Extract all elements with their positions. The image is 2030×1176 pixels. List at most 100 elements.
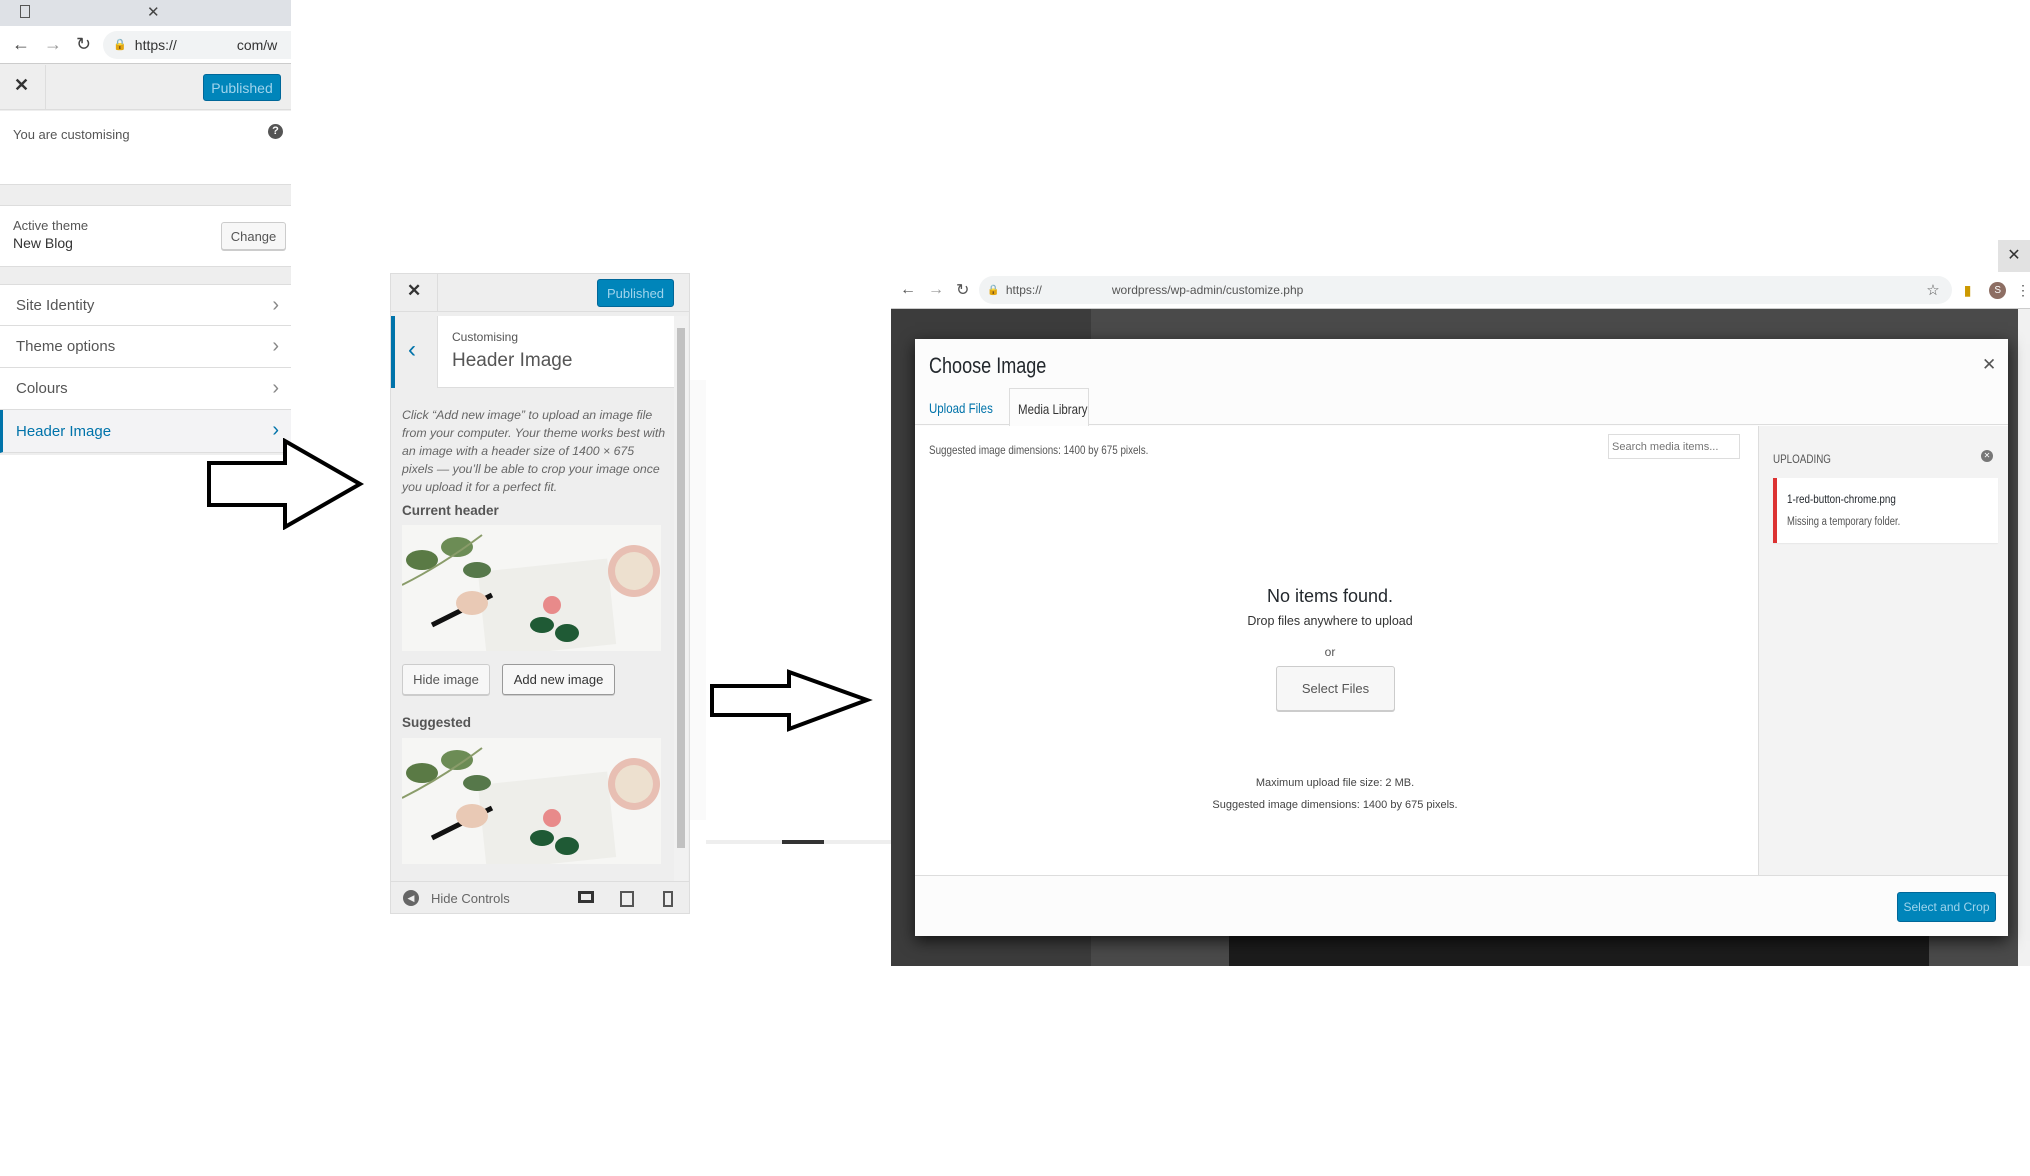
uploading-title: UPLOADING (1773, 452, 1831, 466)
or-text: or (1324, 645, 1336, 659)
header-image-description: Click “Add new image” to upload an image… (402, 408, 666, 494)
customizer-panel-main: ✕ ← → ↻ 🔒 https:// com/w ✕ Published You… (0, 0, 291, 455)
published-button[interactable]: Published (597, 279, 674, 307)
modal-toolbar: Select and Crop (915, 875, 2008, 936)
tab-media-library[interactable]: Media Library (1009, 388, 1089, 426)
menu-item-label: Colours (16, 380, 68, 397)
uploading-sidebar: UPLOADING ✕ 1-red-button-chrome.png Miss… (1758, 426, 2008, 875)
customizer-panel-header-image: ✕ Published ‹ Customising Header Image C… (390, 273, 690, 914)
file-icon (20, 5, 30, 18)
sidebar-item-theme-options[interactable]: Theme options › (0, 326, 291, 368)
bookmark-star-icon[interactable]: ☆ (1926, 281, 1939, 299)
dismiss-errors-icon[interactable]: ✕ (1981, 450, 1993, 462)
browser-window: ← → ↻ 🔒 https:// wordpress/wp-admin/cust… (891, 272, 2030, 966)
scrollbar[interactable] (674, 316, 688, 882)
back-icon[interactable]: ← (900, 281, 916, 299)
url-prefix: https:// (134, 36, 177, 53)
forward-icon[interactable]: → (44, 34, 62, 55)
select-files-button[interactable]: Select Files (1276, 666, 1395, 711)
sidebar-item-colours[interactable]: Colours › (0, 368, 291, 410)
chevron-right-icon: › (272, 294, 279, 316)
customizer-header: ✕ Published (391, 274, 689, 312)
customizer-header: ✕ Published (0, 65, 291, 110)
chevron-right-icon: › (272, 335, 279, 357)
modal-tabs: Upload Files Media Library (915, 388, 2008, 426)
customizer-footer: ◀ Hide Controls (391, 881, 689, 913)
browser-window-close-button[interactable]: ✕ (1998, 240, 2030, 272)
url-field[interactable]: 🔒 https:// wordpress/wp-admin/customize.… (979, 276, 1952, 304)
tab-upload-files[interactable]: Upload Files (929, 400, 1007, 416)
back-button[interactable]: ‹ (391, 316, 438, 388)
upload-error-item: 1-red-button-chrome.png Missing a tempor… (1773, 478, 1998, 543)
current-header-label: Current header (402, 503, 499, 518)
active-theme-label: Active theme (13, 218, 89, 233)
reload-icon[interactable]: ↻ (956, 280, 969, 300)
active-theme-section: Active theme New Blog Change (0, 205, 291, 267)
modal-close-icon[interactable]: ✕ (1982, 355, 1996, 375)
current-header-image (402, 525, 661, 651)
browser-tab-bar: ✕ (0, 0, 291, 26)
extension-icon[interactable]: ▮ (1964, 282, 1972, 299)
menu-item-label: Theme options (16, 338, 116, 355)
published-button[interactable]: Published (203, 74, 281, 101)
select-and-crop-button[interactable]: Select and Crop (1897, 892, 1996, 922)
empty-state: No items found. Drop files anywhere to u… (1165, 586, 1495, 659)
search-media-input[interactable] (1608, 434, 1740, 459)
suggested-dimensions-top: Suggested image dimensions: 1400 by 675 … (929, 443, 1149, 457)
drop-files-text: Drop files anywhere to upload (1247, 614, 1413, 628)
forward-icon[interactable]: → (928, 281, 944, 299)
max-upload-size: Maximum upload file size: 2 MB. (1255, 777, 1415, 789)
suggested-dimensions-bottom: Suggested image dimensions: 1400 by 675 … (1212, 799, 1458, 811)
url-suffix: com/w (236, 36, 278, 53)
hide-controls-label: Hide Controls (431, 890, 510, 906)
preview-fragment (690, 380, 706, 820)
choose-image-modal: Choose Image ✕ Upload Files Media Librar… (915, 339, 2008, 936)
mobile-preview-icon[interactable] (663, 891, 673, 907)
change-theme-button[interactable]: Change (221, 222, 286, 250)
reload-icon[interactable]: ↻ (76, 34, 91, 55)
url-suffix: wordpress/wp-admin/customize.php (1111, 283, 1304, 297)
customising-label: You are customising (13, 127, 130, 142)
lock-icon: 🔒 (113, 39, 127, 51)
arrow-right-icon (207, 438, 365, 530)
help-icon[interactable]: ? (268, 124, 283, 139)
page-scrollbar[interactable] (2018, 309, 2030, 966)
profile-avatar[interactable]: S (1989, 281, 2006, 299)
tab-close-icon[interactable]: ✕ (147, 3, 160, 21)
close-icon[interactable]: ✕ (14, 75, 29, 96)
modal-title: Choose Image (929, 353, 1047, 378)
menu-item-label: Header Image (16, 422, 112, 440)
back-icon[interactable]: ← (12, 34, 30, 55)
lock-icon: 🔒 (987, 284, 1000, 296)
desktop-preview-icon[interactable] (578, 891, 594, 903)
browser-tab[interactable]: ✕ (18, 3, 163, 23)
hide-controls-button[interactable]: ◀ Hide Controls (403, 890, 510, 906)
suggested-label: Suggested (402, 715, 472, 730)
close-icon[interactable]: ✕ (407, 281, 421, 301)
collapse-icon: ◀ (403, 890, 419, 906)
active-theme-name: New Blog (13, 235, 73, 251)
sidebar-item-site-identity[interactable]: Site Identity › (0, 284, 291, 326)
url-field[interactable]: 🔒 https:// com/w (103, 30, 291, 59)
section-header: ‹ Customising Header Image (391, 316, 674, 388)
tablet-preview-icon[interactable] (620, 891, 634, 907)
empty-title: No items found. (1266, 586, 1394, 606)
chevron-left-icon: ‹ (408, 336, 416, 363)
suggested-header-image[interactable] (402, 738, 661, 864)
url-prefix: https:// (1005, 283, 1042, 297)
scrollbar-thumb[interactable] (677, 328, 685, 848)
media-content: Suggested image dimensions: 1400 by 675 … (915, 426, 1758, 875)
address-bar-row: ← → ↻ 🔒 https:// wordpress/wp-admin/cust… (891, 272, 2030, 309)
upload-error-message: Missing a temporary folder. (1787, 516, 1901, 528)
more-menu-icon[interactable]: ⋮ (2016, 282, 2030, 299)
divider-line (706, 840, 891, 844)
section-eyebrow: Customising (452, 330, 519, 344)
arrow-right-icon (710, 669, 873, 732)
upload-limits: Maximum upload file size: 2 MB. Suggeste… (1115, 777, 1555, 811)
customising-info: You are customising ? (0, 111, 291, 185)
hide-image-button[interactable]: Hide image (402, 664, 490, 695)
address-bar-row: ← → ↻ 🔒 https:// com/w (0, 26, 291, 64)
add-new-image-button[interactable]: Add new image (502, 664, 615, 695)
upload-filename: 1-red-button-chrome.png (1787, 492, 1896, 506)
menu-item-label: Site Identity (16, 296, 95, 314)
